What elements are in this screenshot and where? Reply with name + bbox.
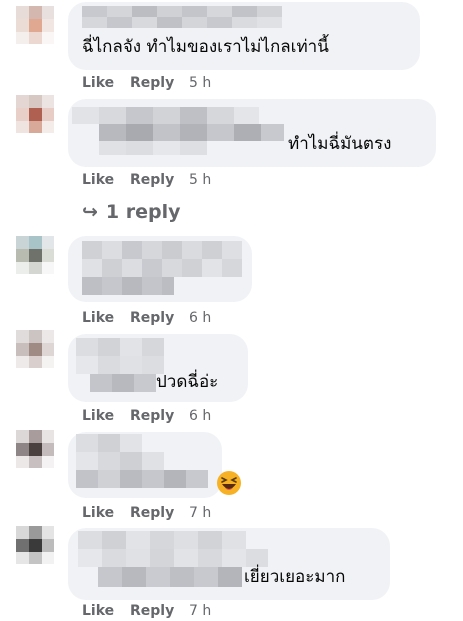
avatar[interactable]	[16, 95, 54, 133]
comment-actions: Like Reply 5 h	[82, 172, 282, 190]
comment-text: ทำไมฉี่มันตรง	[288, 134, 392, 154]
comment-bubble: ทำไมฉี่มันตรง	[68, 99, 436, 167]
comment-actions: Like Reply 5 h	[82, 75, 282, 93]
comment-bubble	[68, 432, 222, 498]
reply-button[interactable]: Reply	[130, 408, 174, 424]
like-button[interactable]: Like	[82, 505, 114, 521]
avatar[interactable]	[16, 236, 54, 274]
blurred-text	[78, 531, 268, 587]
timestamp[interactable]: 7 h	[189, 505, 211, 521]
timestamp[interactable]: 6 h	[189, 408, 211, 424]
avatar[interactable]	[16, 526, 54, 564]
reply-arrow-icon: ↪	[82, 201, 98, 223]
avatar[interactable]	[16, 6, 54, 44]
avatar[interactable]	[16, 430, 54, 468]
reply-button[interactable]: Reply	[130, 172, 174, 188]
reply-button[interactable]: Reply	[130, 603, 174, 619]
timestamp[interactable]: 6 h	[189, 310, 211, 326]
like-button[interactable]: Like	[82, 172, 114, 188]
timestamp[interactable]: 5 h	[189, 172, 211, 188]
comment-bubble: ปวดฉี่อ่ะ	[68, 334, 248, 402]
view-replies-link[interactable]: ↪ 1 reply	[82, 201, 181, 223]
comment-bubble	[68, 236, 252, 302]
like-button[interactable]: Like	[82, 603, 114, 619]
laughing-face-icon	[217, 471, 241, 495]
comment-actions: Like Reply 7 h	[82, 603, 282, 621]
comment-text: ฉี่ไกลจัง ทำไมของเราไม่ไกลเท่านี้	[82, 37, 329, 57]
blurred-username	[82, 6, 282, 28]
like-button[interactable]: Like	[82, 310, 114, 326]
comment-actions: Like Reply 7 h	[82, 505, 282, 523]
comment-actions: Like Reply 6 h	[82, 408, 282, 426]
like-button[interactable]: Like	[82, 75, 114, 91]
reply-button[interactable]: Reply	[130, 75, 174, 91]
blurred-text	[76, 434, 208, 488]
blurred-username	[72, 107, 284, 155]
like-button[interactable]: Like	[82, 408, 114, 424]
reply-button[interactable]: Reply	[130, 310, 174, 326]
comment-text: เยี่ยวเยอะมาก	[244, 567, 346, 587]
blurred-text	[82, 241, 242, 295]
timestamp[interactable]: 7 h	[189, 603, 211, 619]
replies-count: 1 reply	[105, 201, 181, 223]
timestamp[interactable]: 5 h	[189, 75, 211, 91]
avatar[interactable]	[16, 330, 54, 368]
reply-button[interactable]: Reply	[130, 505, 174, 521]
comment-actions: Like Reply 6 h	[82, 310, 282, 328]
comment-text: ปวดฉี่อ่ะ	[156, 372, 219, 392]
comment-bubble: ฉี่ไกลจัง ทำไมของเราไม่ไกลเท่านี้	[68, 2, 420, 70]
comment-bubble: เยี่ยวเยอะมาก	[68, 528, 390, 600]
